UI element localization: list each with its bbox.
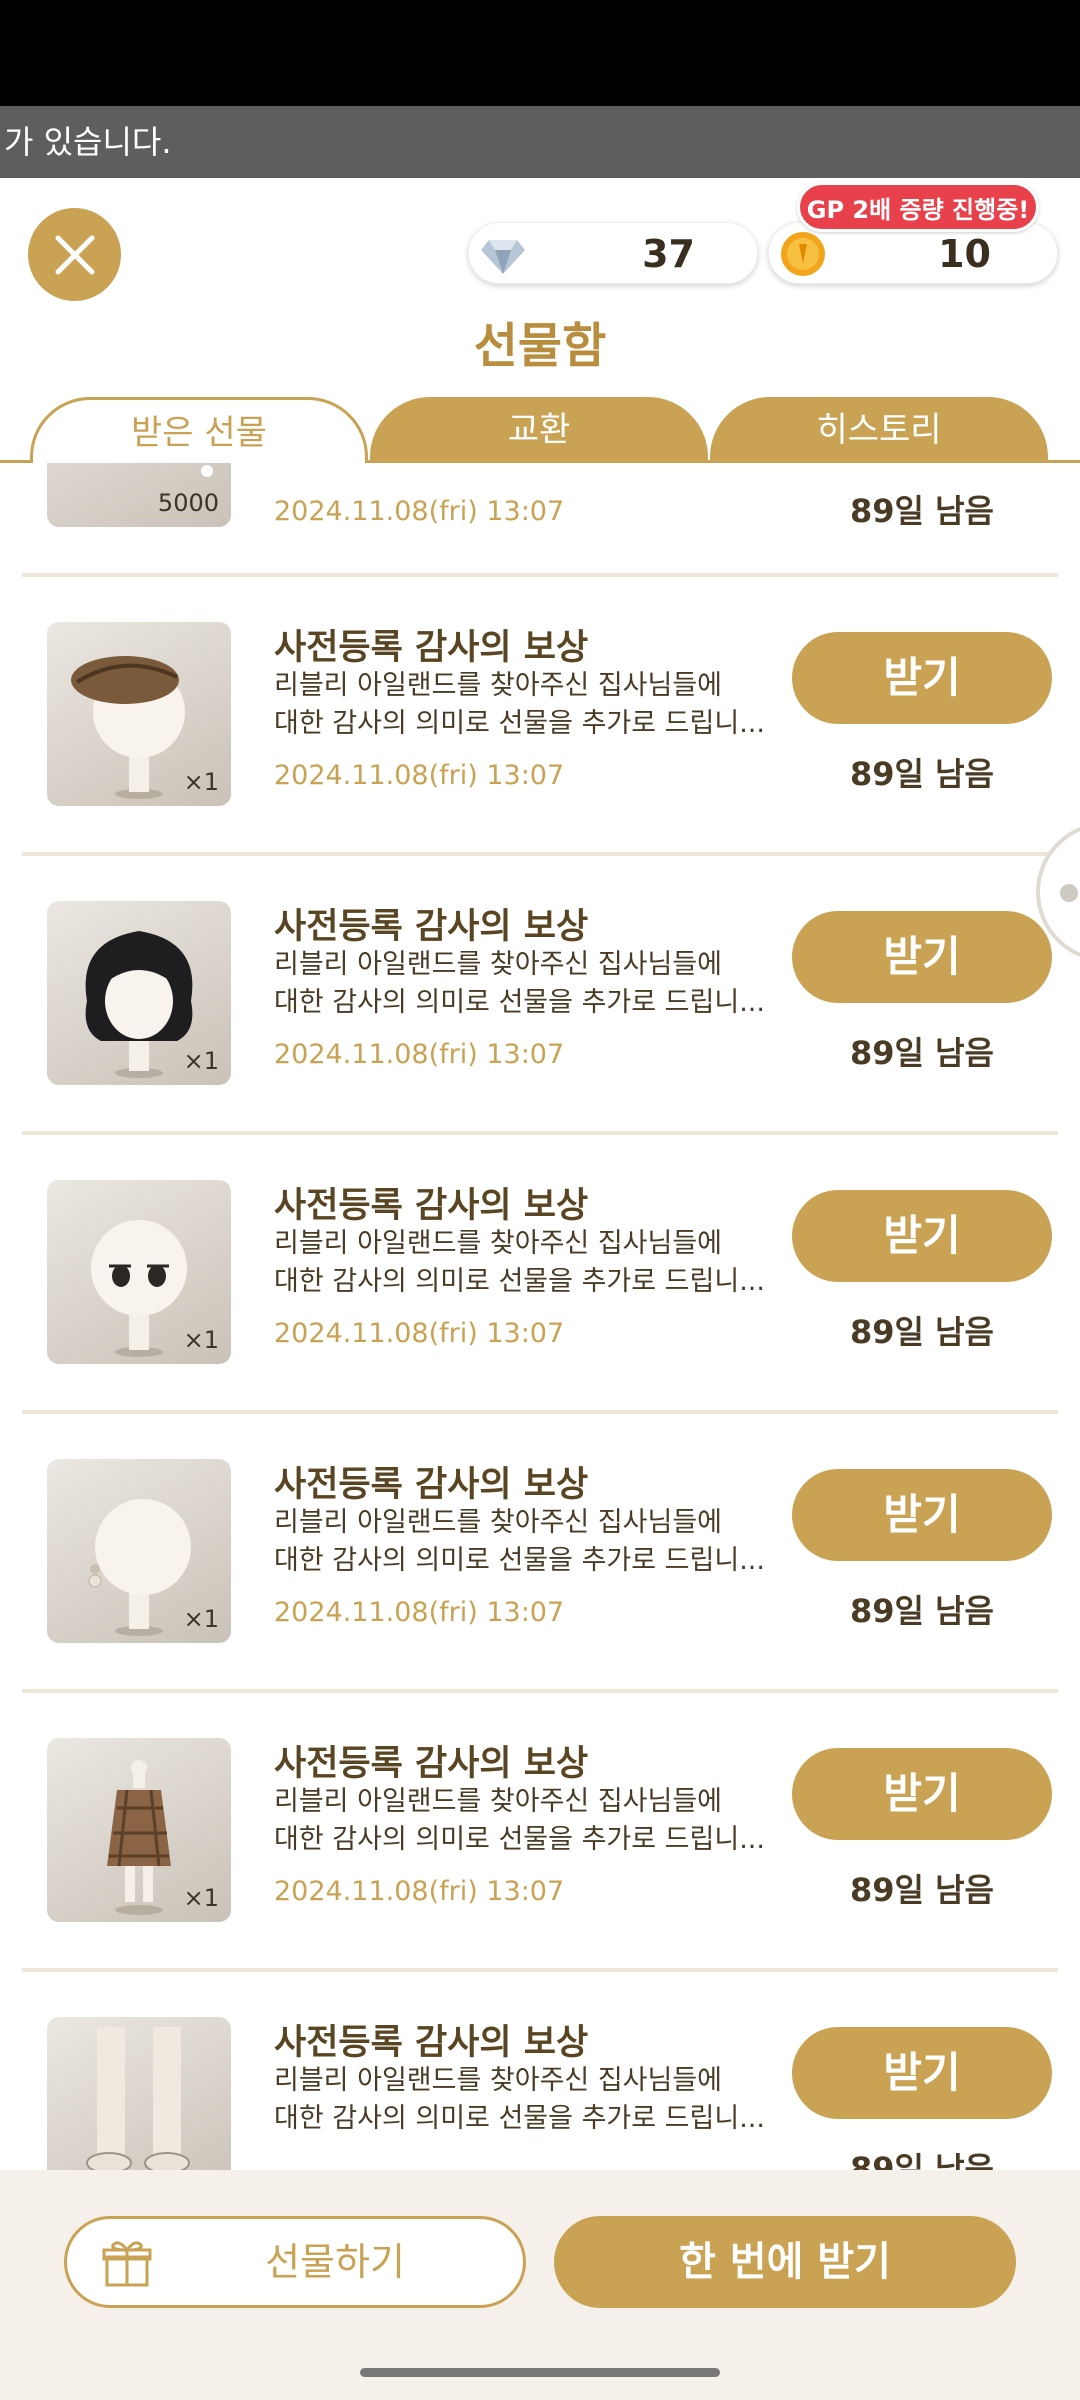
gift-thumbnail: 5000 (47, 463, 231, 527)
page-title: 선물함 (473, 318, 607, 374)
tab-received-gifts[interactable]: 받은 선물 (30, 397, 368, 463)
gem-count: 37 (642, 232, 695, 276)
gift-description: 리블리 아일랜드를 찾아주신 집사님들에 대한 감사의 의미로 선물을 추가로 드… (274, 2065, 765, 2134)
gift-item: ×1 사전등록 감사의 보상 리블리 아일랜드를 찾아주신 집사님들에 대한 감사… (22, 1693, 1058, 1972)
gift-quantity: ×1 (183, 1884, 219, 1912)
status-bar (0, 0, 1080, 106)
tab-exchange[interactable]: 교환 (370, 397, 708, 463)
tab-bar: 받은 선물 교환 히스토리 (0, 397, 1080, 463)
gift-quantity: 5000 (157, 489, 219, 517)
promo-badge: GP 2배 증량 진행중! (797, 182, 1039, 232)
gift-list[interactable]: 5000 2024.11.08(fri) 13:07 89일 남음 ×1 사전등… (0, 463, 1080, 2170)
gift-thumbnail: ×1 (47, 901, 231, 1085)
gift-title: 사전등록 감사의 보상 (274, 1186, 589, 1226)
send-gift-button[interactable]: 선물하기 (64, 2216, 526, 2308)
claim-button[interactable]: 받기 (792, 911, 1052, 1003)
gift-box-icon (102, 2241, 152, 2287)
gift-thumbnail (47, 2017, 231, 2170)
gift-date: 2024.11.08(fri) 13:07 (274, 1597, 565, 1628)
receive-all-button[interactable]: 한 번에 받기 (554, 2216, 1016, 2308)
gift-quantity: ×1 (183, 1047, 219, 1075)
gift-remaining-days: 89일 남음 (850, 755, 994, 793)
claim-button[interactable]: 받기 (792, 1469, 1052, 1561)
claim-button[interactable]: 받기 (792, 632, 1052, 724)
gift-item: 사전등록 감사의 보상 리블리 아일랜드를 찾아주신 집사님들에 대한 감사의 의… (22, 1972, 1058, 2170)
send-gift-label: 선물하기 (265, 2240, 405, 2284)
claim-button[interactable]: 받기 (792, 1748, 1052, 1840)
gift-remaining-days: 89일 남음 (850, 2150, 994, 2170)
gift-date: 2024.11.08(fri) 13:07 (274, 1039, 565, 1070)
gift-item: ×1 사전등록 감사의 보상 리블리 아일랜드를 찾아주신 집사님들에 대한 감사… (22, 1135, 1058, 1414)
home-indicator[interactable] (360, 2368, 720, 2377)
gift-item: ×1 사전등록 감사의 보상 리블리 아일랜드를 찾아주신 집사님들에 대한 감사… (22, 1414, 1058, 1693)
gift-remaining-days: 89일 남음 (850, 492, 994, 530)
gift-thumbnail: ×1 (47, 1459, 231, 1643)
gift-remaining-days: 89일 남음 (850, 1034, 994, 1072)
gift-title: 사전등록 감사의 보상 (274, 1744, 589, 1784)
notice-banner: 가 있습니다. (0, 106, 1080, 178)
header: 37 10 GP 2배 증량 진행중! 선물함 받은 선물 교환 히스토리 (0, 178, 1080, 463)
coin-icon (781, 232, 825, 276)
gift-description: 리블리 아일랜드를 찾아주신 집사님들에 대한 감사의 의미로 선물을 추가로 드… (274, 1228, 765, 1297)
gift-quantity: ×1 (183, 1605, 219, 1633)
socks-shoes-icon (86, 2027, 190, 2170)
claim-button[interactable]: 받기 (792, 1190, 1052, 1282)
claim-button[interactable]: 받기 (792, 2027, 1052, 2119)
gift-description: 리블리 아일랜드를 찾아주신 집사님들에 대한 감사의 의미로 선물을 추가로 드… (274, 949, 765, 1018)
handle-dot-icon (1060, 884, 1078, 902)
gift-quantity: ×1 (183, 768, 219, 796)
gift-item: ×1 사전등록 감사의 보상 리블리 아일랜드를 찾아주신 집사님들에 대한 감사… (22, 856, 1058, 1135)
gift-date: 2024.11.08(fri) 13:07 (274, 496, 565, 527)
gift-date: 2024.11.08(fri) 13:07 (274, 760, 565, 791)
close-button[interactable] (28, 208, 121, 301)
gift-thumbnail: ×1 (47, 1180, 231, 1364)
gift-description: 리블리 아일랜드를 찾아주신 집사님들에 대한 감사의 의미로 선물을 추가로 드… (274, 1786, 765, 1855)
gift-thumbnail: ×1 (47, 1738, 231, 1922)
gift-item: ×1 사전등록 감사의 보상 리블리 아일랜드를 찾아주신 집사님들에 대한 감사… (22, 577, 1058, 856)
gift-description: 리블리 아일랜드를 찾아주신 집사님들에 대한 감사의 의미로 선물을 추가로 드… (274, 670, 765, 739)
gift-title: 사전등록 감사의 보상 (274, 907, 589, 947)
gift-thumbnail: ×1 (47, 622, 231, 806)
gift-title: 사전등록 감사의 보상 (274, 1465, 589, 1505)
diamond-icon (481, 240, 525, 274)
gift-remaining-days: 89일 남음 (850, 1592, 994, 1630)
gift-description: 리블리 아일랜드를 찾아주신 집사님들에 대한 감사의 의미로 선물을 추가로 드… (274, 1507, 765, 1576)
tab-history[interactable]: 히스토리 (710, 397, 1048, 463)
gift-title: 사전등록 감사의 보상 (274, 628, 589, 668)
gift-item: 5000 2024.11.08(fri) 13:07 89일 남음 (22, 463, 1058, 577)
gem-counter[interactable]: 37 (468, 222, 758, 284)
gift-remaining-days: 89일 남음 (850, 1313, 994, 1351)
bottom-action-bar: 선물하기 한 번에 받기 (0, 2170, 1080, 2400)
gift-quantity: ×1 (183, 1326, 219, 1354)
gift-date: 2024.11.08(fri) 13:07 (274, 1318, 565, 1349)
gift-date: 2024.11.08(fri) 13:07 (274, 1876, 565, 1907)
gift-remaining-days: 89일 남음 (850, 1871, 994, 1909)
gift-title: 사전등록 감사의 보상 (274, 2023, 589, 2063)
close-icon (55, 235, 94, 274)
